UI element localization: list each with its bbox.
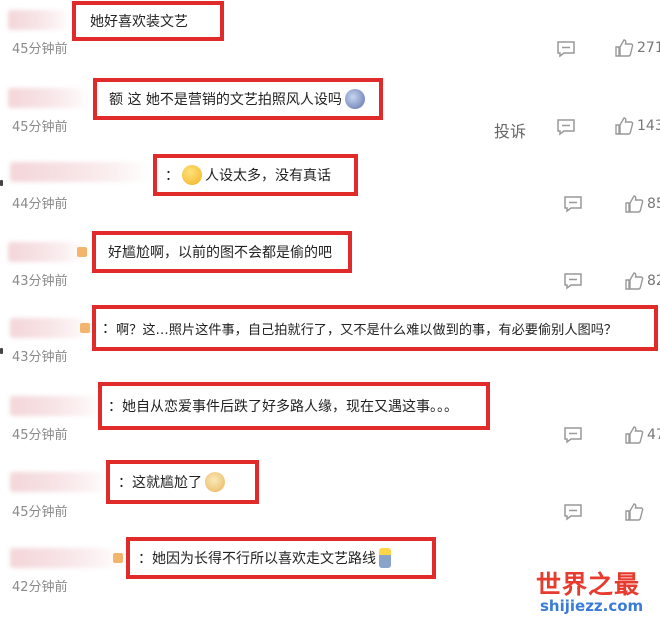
username-blurred[interactable]	[10, 162, 150, 182]
comment-text: 额 这 她不是营销的文艺拍照风人设吗	[109, 92, 342, 108]
username-blurred[interactable]	[10, 472, 110, 492]
comment-text: 她因为长得不行所以喜欢走文艺路线	[152, 551, 376, 567]
comment-text: 啊？这…照片这件事，自己拍就行了，又不是什么难以做到的事，有必要偷别人图吗？	[116, 322, 618, 338]
like-count: 82	[647, 273, 660, 289]
reply-icon[interactable]	[563, 195, 583, 213]
username-blurred[interactable]	[10, 396, 102, 416]
comment-text: 这就尴尬了	[132, 475, 202, 491]
reply-icon[interactable]	[556, 118, 576, 136]
user-badge-icon	[113, 553, 123, 563]
comment-prefix: ：	[102, 321, 116, 337]
comment-text-box: 她好喜欢装文艺	[72, 1, 224, 41]
divider	[0, 180, 3, 186]
username-blurred[interactable]	[10, 318, 90, 338]
comment-text: 人设太多，没有真话	[205, 168, 331, 184]
reply-icon[interactable]	[556, 40, 576, 58]
comment-text-box: 额 这 她不是营销的文艺拍照风人设吗	[93, 78, 383, 120]
comment-time: 45分钟前	[12, 505, 68, 520]
comment-time: 45分钟前	[12, 42, 68, 57]
comment-text-box: ： 人设太多，没有真话	[153, 154, 358, 196]
like-count: 143	[637, 118, 660, 134]
comment-time: 43分钟前	[12, 274, 68, 289]
face-icon	[344, 89, 365, 109]
comment-time: 43分钟前	[12, 350, 68, 365]
comment-prefix: ：	[118, 475, 132, 491]
comment-text: 她自从恋爱事件后跌了好多路人缘，现在又遇这事。。。	[122, 399, 458, 415]
like-icon[interactable]	[624, 194, 644, 214]
user-badge-icon	[80, 323, 90, 333]
watermark-site: shijiezz.com	[540, 597, 644, 615]
doge-icon	[205, 472, 225, 492]
laughing-face-icon	[182, 165, 202, 185]
comment-prefix: ：	[138, 551, 152, 567]
like-icon[interactable]	[614, 38, 634, 58]
comment-time: 45分钟前	[12, 120, 68, 135]
like-icon[interactable]	[624, 425, 644, 445]
comment-text-box: ： 她自从恋爱事件后跌了好多路人缘，现在又遇这事。。。	[98, 382, 490, 430]
like-icon[interactable]	[624, 271, 644, 291]
like-count: 271	[637, 40, 660, 56]
like-icon[interactable]	[624, 502, 644, 522]
divider	[0, 348, 3, 354]
reply-icon[interactable]	[563, 272, 583, 290]
candle-icon	[379, 548, 391, 568]
username-blurred[interactable]	[8, 10, 70, 30]
comment-text-box: ： 她因为长得不行所以喜欢走文艺路线	[126, 537, 436, 579]
like-count: 47	[647, 427, 660, 443]
comment-time: 45分钟前	[12, 428, 68, 443]
username-blurred[interactable]	[8, 88, 90, 108]
comment-time: 42分钟前	[12, 580, 68, 595]
reply-icon[interactable]	[563, 503, 583, 521]
reply-icon[interactable]	[563, 426, 583, 444]
comment-text-box: ： 啊？这…照片这件事，自己拍就行了，又不是什么难以做到的事，有必要偷别人图吗？	[92, 305, 658, 351]
comment-prefix: ：	[108, 399, 122, 415]
like-count: 85	[647, 196, 660, 212]
user-badge-icon	[77, 247, 87, 257]
comment-text: 好尴尬啊，以前的图不会都是偷的吧	[108, 245, 332, 261]
comment-time: 44分钟前	[12, 197, 68, 212]
comment-text-box: ： 这就尴尬了	[106, 460, 259, 504]
report-button[interactable]: 投诉	[494, 118, 526, 142]
comment-text: 她好喜欢装文艺	[90, 14, 188, 30]
like-icon[interactable]	[614, 116, 634, 136]
username-blurred[interactable]	[8, 242, 84, 262]
username-blurred[interactable]	[10, 548, 122, 568]
comment-text-box: 好尴尬啊，以前的图不会都是偷的吧	[92, 231, 352, 273]
comment-prefix: ：	[165, 168, 179, 184]
watermark-logo: 世界之最	[536, 570, 641, 599]
